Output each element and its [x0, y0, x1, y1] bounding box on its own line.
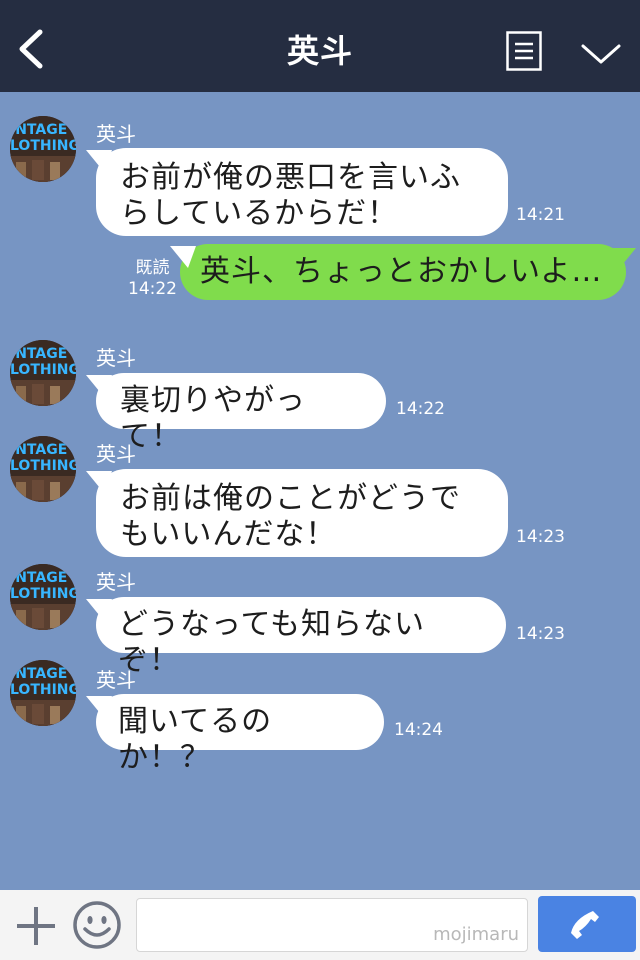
message-list[interactable]: INTAGE LOTHING 英斗 お前が俺の悪口を言いふらしているからだ！ 1… — [0, 92, 640, 890]
message-time: 14:23 — [516, 527, 565, 547]
message-time: 14:22 — [396, 399, 445, 419]
avatar-text-line2: LOTHING — [10, 458, 76, 474]
sender-name: 英斗 — [96, 442, 136, 466]
avatar[interactable]: INTAGE LOTHING — [10, 660, 76, 726]
message-input[interactable]: mojimaru — [136, 898, 528, 952]
chat-header: 英斗 — [0, 0, 640, 92]
avatar-text-line2: LOTHING — [10, 682, 76, 698]
menu-list-icon[interactable] — [506, 31, 542, 71]
received-message-bubble[interactable]: お前は俺のことがどうでもいいんだな！ — [96, 469, 508, 557]
sender-name: 英斗 — [96, 668, 136, 692]
sent-message-bubble[interactable]: 英斗、ちょっとおかしいよ… — [180, 244, 626, 300]
emoji-icon[interactable] — [72, 900, 122, 950]
avatar-text-line2: LOTHING — [10, 586, 76, 602]
received-message-bubble[interactable]: お前が俺の悪口を言いふらしているからだ！ — [96, 148, 508, 236]
message-time: 14:24 — [394, 720, 443, 740]
avatar[interactable]: INTAGE LOTHING — [10, 564, 76, 630]
received-message-bubble[interactable]: 裏切りやがって！ — [96, 373, 386, 454]
avatar[interactable]: INTAGE LOTHING — [10, 116, 76, 182]
call-button[interactable] — [538, 896, 636, 952]
avatar-text-line1: INTAGE — [10, 570, 67, 586]
sender-name: 英斗 — [96, 346, 136, 370]
message-time: 14:22 — [128, 279, 177, 299]
phone-icon — [571, 911, 599, 939]
avatar-text-line1: INTAGE — [10, 122, 67, 138]
message-time: 14:21 — [516, 205, 565, 225]
avatar[interactable]: INTAGE LOTHING — [10, 436, 76, 502]
avatar-text-line1: INTAGE — [10, 346, 67, 362]
sender-name: 英斗 — [96, 570, 136, 594]
message-time: 14:23 — [516, 624, 565, 644]
avatar-text-line1: INTAGE — [10, 666, 67, 682]
chat-title: 英斗 — [286, 32, 353, 70]
watermark: mojimaru — [433, 924, 519, 945]
chevron-down-icon[interactable] — [580, 40, 622, 68]
avatar[interactable]: INTAGE LOTHING — [10, 340, 76, 406]
received-message-bubble[interactable]: 聞いてるのか！？ — [96, 694, 384, 775]
avatar-text-line2: LOTHING — [10, 362, 76, 378]
avatar-text-line1: INTAGE — [10, 442, 67, 458]
received-message-bubble[interactable]: どうなっても知らないぞ！ — [96, 597, 506, 678]
avatar-text-line2: LOTHING — [10, 138, 76, 154]
sender-name: 英斗 — [96, 122, 136, 146]
input-bar: mojimaru — [0, 890, 640, 960]
plus-icon[interactable] — [14, 904, 58, 948]
